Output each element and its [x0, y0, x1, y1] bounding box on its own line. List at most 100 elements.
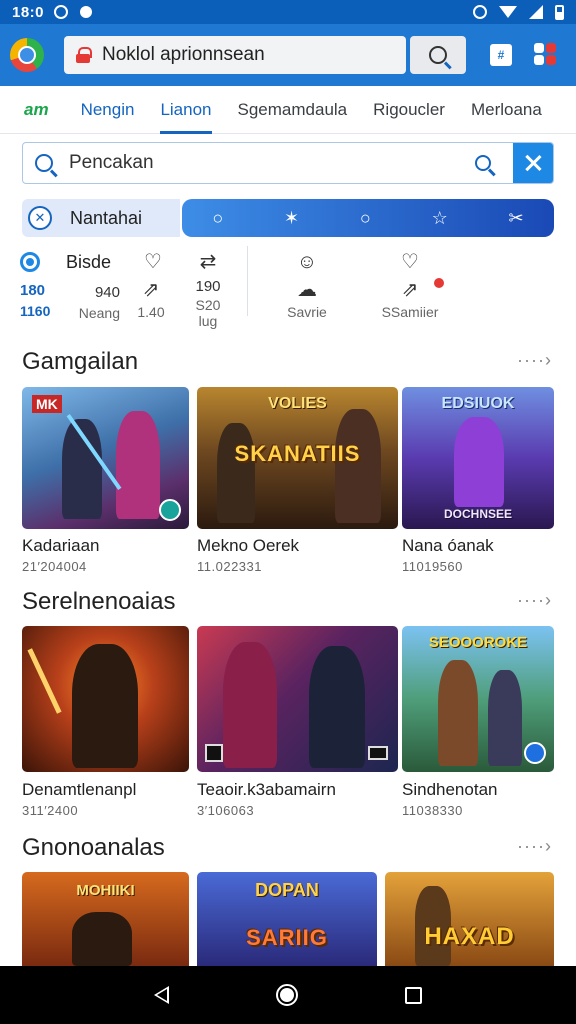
game-thumb-bottom: DOCHNSEE: [443, 507, 512, 521]
section-more-3[interactable]: ····›: [517, 836, 552, 857]
game-badge-icon: [159, 499, 181, 521]
game-card-2[interactable]: VOLIES SKANATIIS: [197, 387, 398, 529]
sparkle-icon[interactable]: ✶: [284, 208, 299, 229]
game-card-3[interactable]: EDSIUOK DOCHNSEE: [402, 387, 554, 529]
tab-merloana[interactable]: Merloana: [471, 86, 542, 134]
game-name-6[interactable]: Sindhenotan: [402, 780, 497, 800]
game-logo-badge: MK: [32, 395, 62, 413]
tab-nengin[interactable]: Nengin: [81, 86, 135, 134]
lock-icon: [76, 47, 92, 63]
beast-figure: [72, 644, 138, 768]
cast-icon: [473, 5, 487, 19]
category-tabs: am Nengin Lianon Sgemamdaula Rigoucler M…: [0, 86, 576, 134]
heroine-figure: [116, 411, 160, 519]
globe-icon: ✕: [28, 206, 52, 230]
filter-bar: ✕ Nantahai ○ ✶ ○ ☆ ✂: [22, 199, 554, 237]
stat-col4[interactable]: ☺ ☁ Savrie: [282, 248, 332, 320]
game-card-4[interactable]: [22, 626, 189, 772]
game-card-6[interactable]: SEOOOROKE: [402, 626, 554, 772]
game-thumb-title: HAXAD: [424, 922, 515, 950]
tab-sgemamdaula[interactable]: Sgemamdaula: [238, 86, 348, 134]
filter-chip[interactable]: ✕ Nantahai: [22, 199, 180, 237]
rocket-badge-icon: ⇗: [378, 276, 444, 304]
battery-icon: [555, 4, 564, 20]
stat-col2: 940 Neang: [60, 282, 120, 321]
search-input[interactable]: [69, 152, 439, 174]
soldier-figure: [72, 912, 132, 966]
game-thumb-title: SARIIG: [246, 924, 328, 950]
tabs-icon[interactable]: #: [490, 44, 512, 66]
home-icon[interactable]: [275, 984, 298, 1006]
search-submit-icon[interactable]: [475, 155, 491, 171]
game-thumb-top: EDSIUOK: [441, 395, 515, 412]
notification-dot-icon: [80, 6, 93, 18]
filter-icon-strip: ○ ✶ ○ ☆ ✂: [182, 199, 554, 237]
address-bar[interactable]: Noklol aprionnsean: [64, 36, 406, 74]
game-card-9[interactable]: HAXAD: [385, 872, 554, 966]
rocket-icon: ⇗: [142, 279, 160, 301]
stat-col3-sub3: lug: [198, 313, 218, 329]
circle-icon[interactable]: ○: [360, 208, 371, 229]
star-icon[interactable]: ☆: [432, 208, 448, 229]
close-icon: [524, 154, 542, 172]
game-card-7[interactable]: MOHIIKI: [22, 872, 189, 966]
stat-col3-value: 190: [195, 278, 221, 295]
stat-rocket: ⇗ 1.40: [136, 276, 166, 320]
app-logo-icon[interactable]: [10, 38, 44, 72]
warrior-figure: [309, 646, 365, 768]
section-more-2[interactable]: ····›: [517, 590, 552, 611]
game-name-1[interactable]: Kadariaan: [22, 536, 100, 556]
stat-col5-sub: SSamiier: [381, 304, 439, 320]
category-logo[interactable]: am: [24, 100, 49, 120]
game-name-2[interactable]: Mekno Oerek: [197, 536, 299, 556]
heroine-figure: [454, 417, 504, 507]
address-text[interactable]: Noklol aprionnsean: [102, 44, 265, 66]
smiley-icon: ☺: [296, 251, 318, 273]
section-title-2: Serelnenoaias: [22, 588, 176, 615]
stat-col3-sub2: S20: [195, 297, 221, 313]
recent-apps-icon[interactable]: [405, 986, 423, 1004]
game-thumb-top: DOPAN: [255, 880, 319, 900]
stat-location[interactable]: ♡: [138, 248, 168, 276]
game-card-5[interactable]: [197, 626, 398, 772]
section-title-3: Gnonoanalas: [22, 834, 165, 861]
browser-toolbar: Noklol aprionnsean #: [0, 24, 576, 86]
apps-menu-icon[interactable]: [534, 43, 558, 67]
game-meta-1: 21′204004: [22, 559, 87, 574]
tab-lianon[interactable]: Lianon: [160, 86, 212, 134]
game-meta-3: 11019560: [402, 559, 463, 574]
stat-col5[interactable]: ♡ ⇗ SSamiier: [378, 248, 444, 320]
sync-icon: [54, 5, 69, 19]
clear-search-button[interactable]: [513, 143, 553, 183]
stat-col2-sub: Neang: [78, 305, 120, 321]
publisher-logo-icon: [368, 746, 388, 760]
hero-figure: [438, 660, 478, 766]
game-name-4[interactable]: Denamtlenanpl: [22, 780, 136, 800]
stats-block: Bisde 180 1160 ♡ 940 Neang ⇗ 1.40 ⇄ 190 …: [0, 244, 576, 340]
stats-divider: [247, 246, 248, 316]
game-card-8[interactable]: DOPAN SARIIG: [197, 872, 377, 966]
game-thumb-top: SEOOOROKE: [428, 634, 528, 651]
system-nav-bar: [0, 966, 576, 1024]
download-icon[interactable]: [524, 742, 546, 764]
search-icon: [429, 46, 447, 64]
warrior-figure: [223, 642, 277, 768]
section-more-1[interactable]: ····›: [517, 350, 552, 371]
search-icon: [35, 154, 53, 172]
toolbar-search-button[interactable]: [410, 36, 466, 74]
filter-chip-label: Nantahai: [70, 207, 143, 228]
back-icon[interactable]: [153, 986, 169, 1004]
game-name-3[interactable]: Nana óanak: [402, 536, 494, 556]
game-meta-5: 3′106063: [197, 803, 255, 818]
torch-icon: [27, 648, 62, 714]
game-name-5[interactable]: Teaoir.k3abamairn: [197, 780, 336, 800]
speech-bubble-icon: ♡: [401, 251, 419, 273]
rating-logo-icon: [205, 744, 223, 762]
scissors-icon[interactable]: ✂: [509, 208, 524, 229]
game-card-1[interactable]: MK: [22, 387, 189, 529]
search-bar: [22, 142, 554, 184]
tab-rigoucler[interactable]: Rigoucler: [373, 86, 445, 134]
game-meta-6: 11038330: [402, 803, 463, 818]
radio-selected-icon[interactable]: [20, 252, 40, 272]
chat-icon[interactable]: ○: [212, 208, 223, 229]
